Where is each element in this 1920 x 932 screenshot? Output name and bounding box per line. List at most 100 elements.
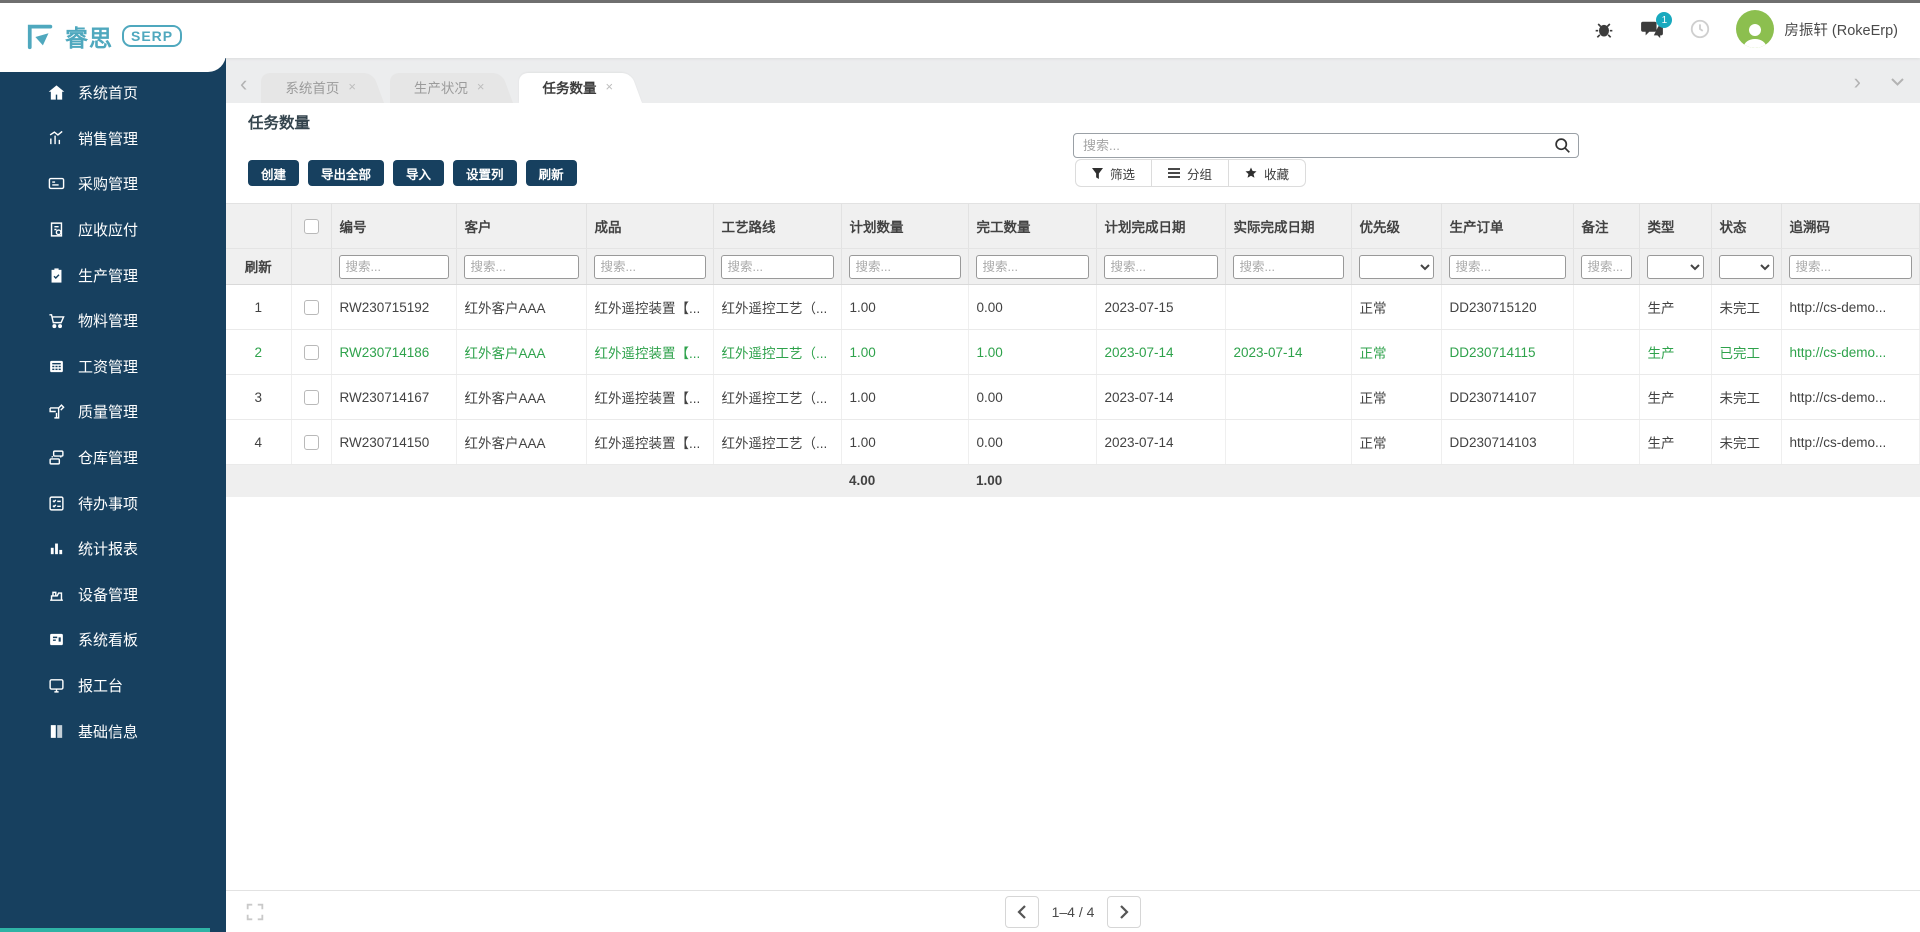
avatar (1736, 10, 1775, 48)
filter-order-input[interactable] (1448, 254, 1566, 279)
col-order[interactable]: 生产订单 (1441, 203, 1574, 249)
tab-task-quantity[interactable]: 任务数量 × (519, 70, 642, 103)
col-plan-date[interactable]: 计划完成日期 (1096, 203, 1226, 249)
set-columns-button[interactable]: 设置列 (453, 160, 517, 186)
col-status[interactable]: 状态 (1711, 203, 1782, 249)
next-page-button[interactable] (1107, 895, 1142, 928)
toolbar: 创建 导出全部 导入 设置列 刷新 (248, 160, 577, 186)
view-controls: 筛选 分组 收藏 (1075, 159, 1307, 187)
refresh-button[interactable]: 刷新 (525, 160, 577, 186)
sidebar-item-production[interactable]: 生产管理 (0, 252, 226, 298)
fullscreen-icon[interactable] (244, 901, 266, 923)
col-trace[interactable]: 追溯码 (1781, 203, 1920, 249)
col-customer[interactable]: 客户 (456, 203, 587, 249)
sidebar: 系统首页 销售管理 采购管理 应收应付 生产管理 物料管理 工资管理 质量管理 … (0, 58, 226, 932)
filter-done-qty-input[interactable] (975, 254, 1089, 279)
export-all-button[interactable]: 导出全部 (308, 160, 385, 186)
brand-logo: 睿思 SERP (0, 0, 226, 72)
material-cart-icon (49, 314, 65, 329)
sidebar-item-home[interactable]: 系统首页 (0, 70, 226, 116)
table-row[interactable]: 3 RW230714167 红外客户AAA 红外遥控装置【... 红外遥控工艺（… (226, 374, 1920, 420)
filter-product-input[interactable] (593, 254, 706, 279)
chevron-right-icon (1120, 904, 1129, 919)
totals-row: 4.00 1.00 (226, 464, 1920, 497)
sidebar-item-salary[interactable]: 工资管理 (0, 344, 226, 390)
sidebar-item-quality[interactable]: 质量管理 (0, 389, 226, 435)
sidebar-item-workstation[interactable]: 报工台 (0, 663, 226, 709)
table-row[interactable]: 1 RW230715192 红外客户AAA 红外遥控装置【... 红外遥控工艺（… (226, 284, 1920, 330)
tabs-scroll-right-icon[interactable]: › (1854, 71, 1861, 93)
sidebar-item-sales[interactable]: 销售管理 (0, 116, 226, 162)
filter-button[interactable]: 筛选 (1075, 159, 1153, 187)
prev-page-button[interactable] (1004, 895, 1039, 928)
home-icon (48, 85, 65, 100)
sidebar-item-reports[interactable]: 统计报表 (0, 526, 226, 572)
workstation-icon (49, 679, 64, 693)
filter-customer-input[interactable] (463, 254, 579, 279)
tab-production-status[interactable]: 生产状况 × (390, 70, 513, 103)
brand-name: 睿思 (65, 25, 113, 51)
table-row[interactable]: 4 RW230714150 红外客户AAA 红外遥控装置【... 红外遥控工艺（… (226, 419, 1920, 465)
col-plan-qty[interactable]: 计划数量 (841, 203, 969, 249)
messages-icon[interactable]: 1 (1640, 12, 1673, 41)
row-checkbox[interactable] (303, 389, 319, 405)
sidebar-item-basic-info[interactable]: 基础信息 (0, 708, 226, 754)
page-title: 任务数量 (248, 115, 311, 132)
filter-plan-date-input[interactable] (1103, 254, 1218, 279)
equipment-icon (50, 591, 63, 601)
sidebar-item-receivable[interactable]: 应收应付 (0, 207, 226, 253)
col-product[interactable]: 成品 (586, 203, 714, 249)
bug-icon[interactable] (1592, 17, 1616, 41)
row-checkbox[interactable] (303, 299, 319, 315)
search-input[interactable] (1073, 133, 1579, 158)
col-priority[interactable]: 优先级 (1351, 203, 1442, 249)
sidebar-item-todo[interactable]: 待办事项 (0, 480, 226, 526)
col-id[interactable]: 编号 (331, 203, 457, 249)
select-all-checkbox[interactable] (303, 218, 319, 234)
sidebar-item-purchase[interactable]: 采购管理 (0, 161, 226, 207)
sidebar-item-material[interactable]: 物料管理 (0, 298, 226, 344)
close-icon[interactable]: × (477, 79, 485, 94)
star-icon (1245, 167, 1257, 178)
row-checkbox[interactable] (303, 434, 319, 450)
logo-mark-icon (27, 24, 53, 50)
clock-icon[interactable] (1688, 17, 1712, 41)
search-icon[interactable] (1554, 137, 1571, 154)
main-panel: 任务数量 创建 导出全部 导入 设置列 刷新 筛选 分组 收藏 (226, 103, 1920, 932)
group-button[interactable]: 分组 (1152, 159, 1230, 187)
filter-id-input[interactable] (338, 254, 449, 279)
col-actual-date[interactable]: 实际完成日期 (1225, 203, 1352, 249)
col-route[interactable]: 工艺路线 (713, 203, 842, 249)
sidebar-item-kanban[interactable]: 系统看板 (0, 617, 226, 663)
close-icon[interactable]: × (348, 79, 356, 94)
filter-remark-input[interactable] (1580, 254, 1632, 279)
sidebar-item-warehouse[interactable]: 仓库管理 (0, 435, 226, 481)
close-icon[interactable]: × (606, 79, 614, 94)
tab-system-home[interactable]: 系统首页 × (261, 70, 384, 103)
filter-status-select[interactable] (1718, 254, 1774, 279)
col-done-qty[interactable]: 完工数量 (968, 203, 1097, 249)
filter-trace-input[interactable] (1788, 254, 1912, 279)
row-checkbox[interactable] (303, 344, 319, 360)
filter-type-select[interactable] (1646, 254, 1704, 279)
refresh-link[interactable]: 刷新 (245, 260, 272, 275)
filter-route-input[interactable] (720, 254, 834, 279)
user-name: 房振轩 (RokeErp) (1784, 22, 1898, 39)
tabs-scroll-left-icon[interactable]: ‹ (240, 72, 247, 95)
col-type[interactable]: 类型 (1639, 203, 1712, 249)
import-button[interactable]: 导入 (393, 160, 445, 186)
purchase-icon (48, 178, 65, 190)
create-button[interactable]: 创建 (248, 160, 300, 186)
favorites-button[interactable]: 收藏 (1229, 159, 1307, 187)
sidebar-item-equipment[interactable]: 设备管理 (0, 572, 226, 618)
tabs-dropdown-icon[interactable] (1891, 78, 1904, 86)
col-remark[interactable]: 备注 (1573, 203, 1640, 249)
user-menu[interactable]: 房振轩 (RokeErp) (1736, 10, 1898, 48)
table-row[interactable]: 2 RW230714186 红外客户AAA 红外遥控装置【... 红外遥控工艺（… (226, 329, 1920, 375)
pagination: 1–4 / 4 (1004, 895, 1142, 928)
filter-row: 刷新 (226, 248, 1920, 285)
filter-actual-date-input[interactable] (1232, 254, 1344, 279)
filter-plan-qty-input[interactable] (848, 254, 961, 279)
global-search (1073, 133, 1579, 158)
filter-priority-select[interactable] (1358, 254, 1434, 279)
